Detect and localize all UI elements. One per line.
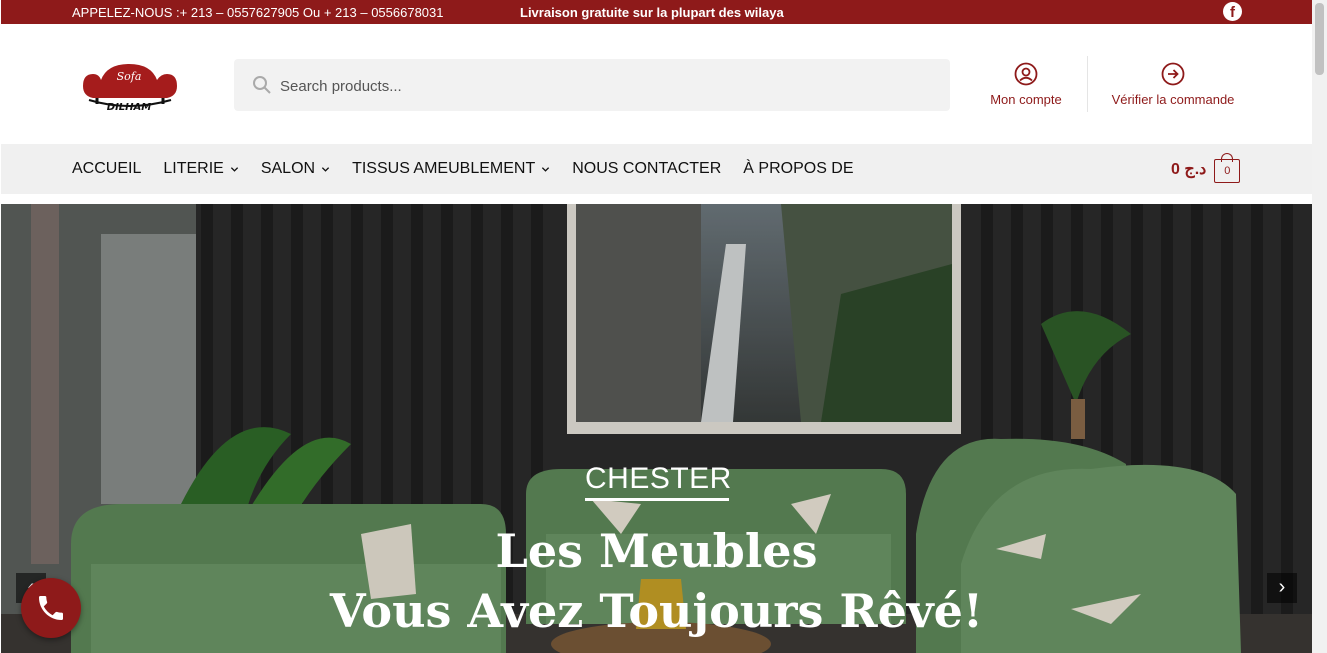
sofa-logo-icon: Sofa DILHAM [83, 64, 177, 113]
nav-item-accueil[interactable]: ACCUEIL [72, 160, 141, 178]
nav-item-label: ACCUEIL [72, 160, 142, 177]
chevron-down-icon [542, 166, 550, 172]
hero-slider: CHESTER Les Meubles Vous Avez Toujours R… [1, 204, 1312, 653]
cart-total: 0 د.ج [1171, 159, 1206, 179]
facebook-icon[interactable]: f [1223, 2, 1242, 21]
search-bar [234, 59, 950, 113]
header-divider [1087, 56, 1088, 112]
my-account-link[interactable]: Mon compte [986, 62, 1066, 107]
logo-script: Sofa [117, 70, 142, 83]
nav-item-label: LITERIE [163, 160, 224, 177]
chevron-right-icon[interactable]: › [1267, 573, 1297, 603]
my-account-label: Mon compte [990, 92, 1062, 107]
nav-spacer [1, 194, 1312, 204]
contact-phone-text: APPELEZ-NOUS :+ 213 – 0557627905 Ou + 21… [72, 5, 444, 20]
nav-item-label: TISSUS AMEUBLEMENT [352, 160, 536, 177]
nav-item-label: SALON [260, 160, 316, 177]
nav-item-tissus-ameublement[interactable]: TISSUS AMEUBLEMENT [352, 160, 550, 178]
nav-item-label: NOUS CONTACTER [572, 160, 722, 177]
top-bar: APPELEZ-NOUS :+ 213 – 0557627905 Ou + 21… [1, 0, 1312, 24]
main-navigation: ACCUEIL LITERIE SALON TISSUS AMEUBLEMENT… [1, 144, 1312, 194]
nav-item-nous-contacter[interactable]: NOUS CONTACTER [572, 160, 721, 178]
hero-title-line2: Vous Avez Toujours Rêvé! [329, 584, 984, 638]
search-input[interactable] [278, 59, 942, 113]
hero-title-line1: Les Meubles [495, 524, 818, 578]
checkout-link[interactable]: Vérifier la commande [1103, 62, 1243, 107]
logo-name: DILHAM [107, 102, 152, 113]
cart-button[interactable]: 0 د.ج 0 [1171, 153, 1241, 183]
nav-item-label: À PROPOS DE [743, 160, 854, 177]
user-circle-icon [1014, 62, 1038, 86]
checkout-label: Vérifier la commande [1111, 92, 1235, 107]
shopping-bag-icon: 0 [1214, 153, 1241, 183]
cart-currency: د.ج [1184, 161, 1207, 178]
scrollbar-thumb[interactable] [1315, 3, 1324, 75]
hero-kicker: CHESTER [585, 462, 732, 495]
nav-item-literie[interactable]: LITERIE [163, 160, 238, 178]
chevron-down-icon [321, 166, 330, 172]
nav-item-a-propos[interactable]: À PROPOS DE [743, 160, 853, 178]
call-button[interactable] [21, 578, 81, 638]
arrow-circle-icon [1161, 62, 1185, 86]
nav-item-salon[interactable]: SALON [261, 160, 330, 178]
cart-price: 0 [1171, 161, 1180, 178]
site-logo[interactable]: Sofa DILHAM [79, 56, 181, 114]
cart-count: 0 [1214, 159, 1241, 183]
phone-icon [39, 596, 63, 620]
page-scrollbar[interactable] [1312, 0, 1327, 653]
search-icon[interactable] [252, 75, 272, 95]
free-delivery-text: Livraison gratuite sur la plupart des wi… [520, 5, 784, 20]
chevron-down-icon [230, 166, 238, 172]
site-header: Sofa DILHAM Mon compte Vérifier la comma… [1, 24, 1312, 144]
hero-kicker-underline [585, 498, 729, 501]
